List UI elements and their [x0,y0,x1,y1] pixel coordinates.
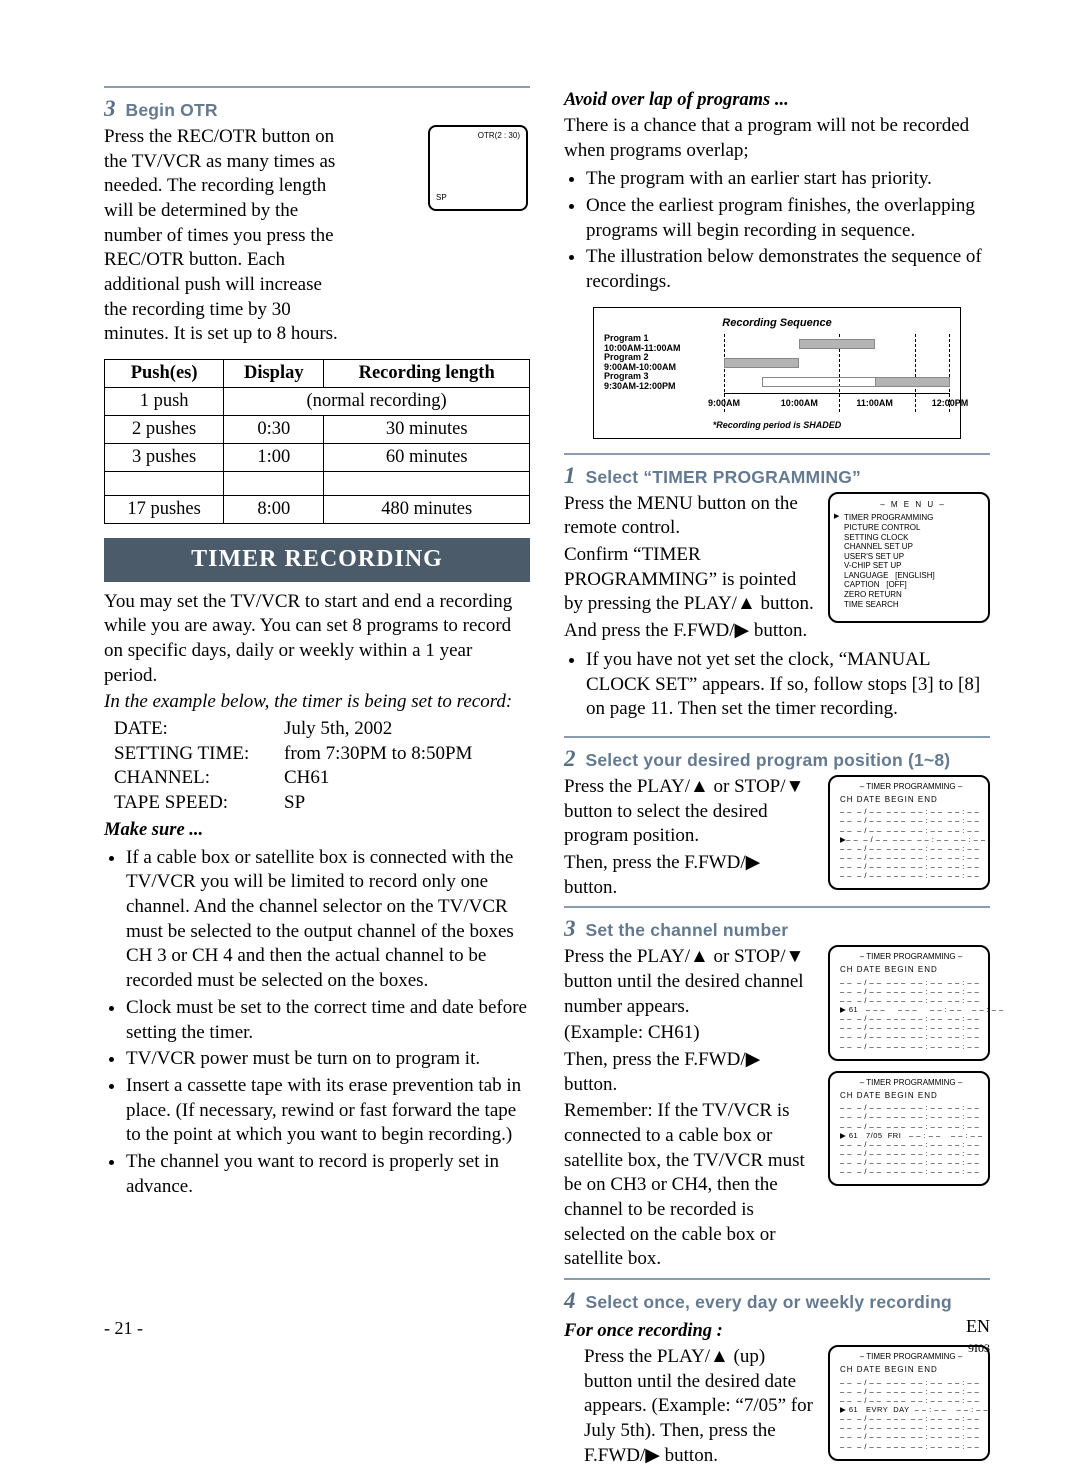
step-3b-body-d: Remember: If the TV/VCR is connected to … [564,1099,818,1272]
col-display: Display [224,360,324,388]
menu-item: CAPTION [OFF] [844,580,982,590]
menu-item: TIMER PROGRAMMING [844,513,982,523]
list-item: Insert a cassette tape with its erase pr… [126,1074,530,1148]
menu-item: CHANNEL SET UP [844,542,982,552]
menu-item: ZERO RETURN [844,590,982,600]
left-column: 3 Begin OTR Press the REC/OTR button on … [104,86,530,1357]
step-1-body-b: Confirm “TIMER PROGRAMMING” is pointed b… [564,543,818,617]
step-3b-body-c: Then, press the F.FWD/▶ button. [564,1048,818,1097]
step-2-body-a: Press the PLAY/▲ or STOP/▼ button to sel… [564,775,818,849]
step-3b-body-b: (Example: CH61) [564,1021,818,1046]
list-item: The channel you want to record is proper… [126,1150,530,1199]
menu-item: LANGUAGE [ENGLISH] [844,571,982,581]
timer-programming-osd: – TIMER PROGRAMMING – CH DATE BEGIN END … [828,1071,990,1187]
page-footer: - 21 - EN 9I03 [104,1317,990,1357]
step-4-heading: 4 Select once, every day or weekly recor… [564,1286,990,1316]
step-1-heading: 1 Select “TIMER PROGRAMMING” [564,461,990,491]
step-3-heading: 3 Begin OTR [104,94,530,124]
recording-length-table: Push(es) Display Recording length 1 push… [104,359,530,524]
list-item: If a cable box or satellite box is conne… [126,846,530,994]
table-row: 1 push (normal recording) [105,388,530,416]
step-3b-body-a: Press the PLAY/▲ or STOP/▼ button until … [564,945,818,1019]
avoid-overlap-heading: Avoid over lap of programs ... [564,88,990,112]
otr-osd-line1: OTR(2 : 30) [436,131,520,141]
col-pushes: Push(es) [105,360,224,388]
make-sure-heading: Make sure ... [104,818,530,842]
section-rule [104,86,530,88]
list-item: The illustration below demonstrates the … [586,245,990,294]
avoid-overlap-body: There is a chance that a program will no… [564,114,990,163]
list-item: The program with an earlier start has pr… [586,167,990,192]
page-number: - 21 - [104,1317,143,1357]
seq-title: Recording Sequence [604,316,950,330]
footer-code: 9I03 [968,1341,990,1355]
list-item: TV/VCR power must be turn on to program … [126,1047,530,1072]
step-4-body: Press the PLAY/▲ (up) button until the d… [584,1345,818,1468]
step-1-body-a: Press the MENU button on the remote cont… [564,492,818,541]
step-3b-heading: 3 Set the channel number [564,914,990,944]
otr-osd-line2: SP [436,193,447,203]
seq-bar-p3 [875,377,950,387]
menu-item: PICTURE CONTROL [844,523,982,533]
step-3-label: Begin OTR [126,99,218,122]
timer-intro: You may set the TV/VCR to start and end … [104,590,530,689]
footer-lang: EN [966,1316,990,1336]
step-1-note: If you have not yet set the clock, “MANU… [564,648,990,724]
manual-page: 3 Begin OTR Press the REC/OTR button on … [0,0,1080,1397]
tp-row-selected: ▶ 61 7/05 FRI – – : – – – – : – – [840,1131,982,1140]
tp-row-selected: ▶ 61 – – – – – – – – : – – – – : – – [840,1005,982,1014]
table-row: 2 pushes 0:30 30 minutes [105,416,530,444]
avoid-overlap-list: The program with an earlier start has pr… [564,167,990,296]
right-column: Avoid over lap of programs ... There is … [564,86,990,1357]
step-3-number: 3 [104,94,116,124]
otr-osd: OTR(2 : 30) SP [428,125,528,211]
list-item: Clock must be set to the correct time an… [126,996,530,1045]
recording-sequence-diagram: Recording Sequence Program 110:00AM-11:0… [593,307,961,439]
table-row: 3 pushes 1:00 60 minutes [105,444,530,472]
step-3-body: Press the REC/OTR button on the TV/VCR a… [104,125,344,347]
step-1-body-c: And press the F.FWD/▶ button. [564,619,818,644]
seq-bar-p2 [724,358,799,368]
timer-programming-osd: – TIMER PROGRAMMING – CH DATE BEGIN END … [828,775,990,891]
make-sure-list: If a cable box or satellite box is conne… [104,846,530,1202]
menu-item: USER'S SET UP [844,552,982,562]
menu-osd: – M E N U – TIMER PROGRAMMING PICTURE CO… [828,492,990,624]
step-2-body-b: Then, press the F.FWD/▶ button. [564,851,818,900]
table-row: 17 pushes 8:00 480 minutes [105,496,530,524]
menu-osd-header: – M E N U – [844,500,982,510]
menu-item: TIME SEARCH [844,600,982,610]
menu-item: SETTING CLOCK [844,533,982,543]
list-item: Once the earliest program finishes, the … [586,194,990,243]
section-title-timer-recording: TIMER RECORDING [104,538,530,581]
seq-bar-p1 [799,339,874,349]
tp-row-selected: ▶ 61 EVRY DAY – – : – – – – : – – [840,1405,982,1414]
step-2-heading: 2 Select your desired program position (… [564,744,990,774]
menu-item: V-CHIP SET UP [844,561,982,571]
example-settings: DATE:July 5th, 2002 SETTING TIME:from 7:… [114,717,530,816]
example-lead: In the example below, the timer is being… [104,690,530,715]
timer-programming-osd: – TIMER PROGRAMMING – CH DATE BEGIN END … [828,945,990,1061]
timer-programming-osd: – TIMER PROGRAMMING – CH DATE BEGIN END … [828,1345,990,1461]
table-row [105,472,530,496]
list-item: If you have not yet set the clock, “MANU… [586,648,990,722]
col-length: Recording length [324,360,530,388]
